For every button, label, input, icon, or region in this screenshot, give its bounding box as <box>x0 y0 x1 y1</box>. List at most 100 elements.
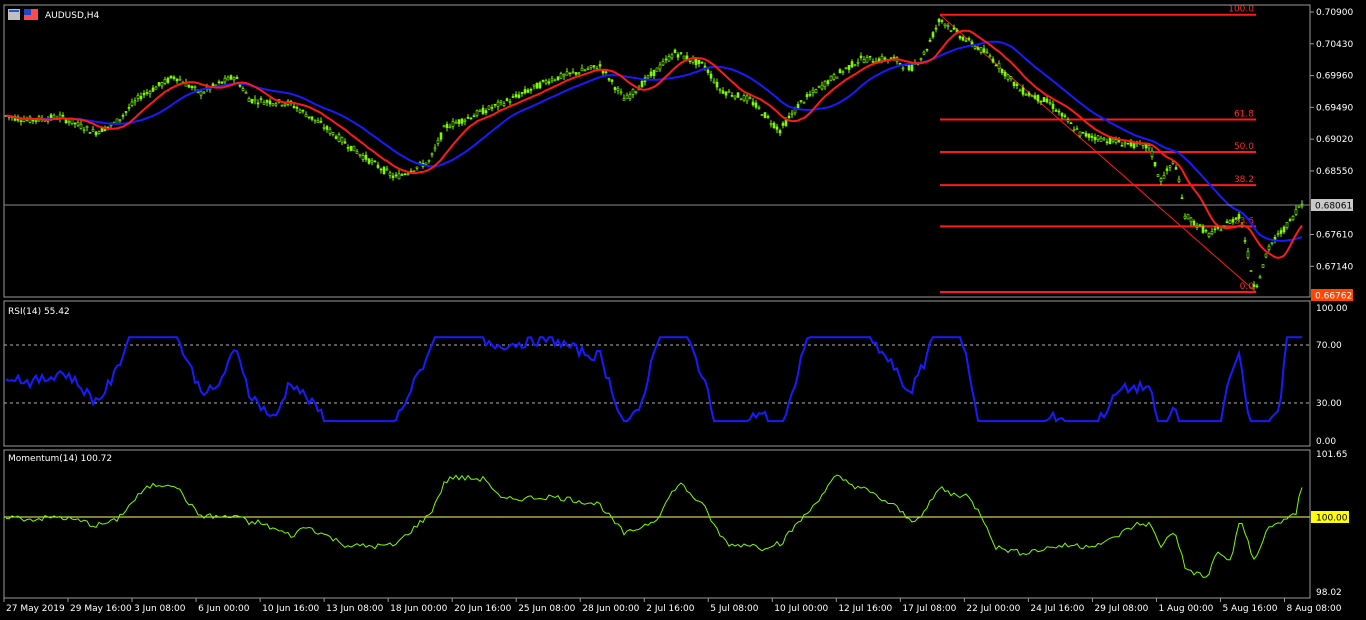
candle-body <box>736 92 740 98</box>
candle-body <box>1147 145 1151 149</box>
candle-body <box>745 95 749 102</box>
candle-body <box>478 109 482 112</box>
candle-body <box>376 164 380 168</box>
candle-body <box>358 153 362 156</box>
moving-average-fast <box>5 29 1303 259</box>
candle-body <box>391 175 395 179</box>
candle-body <box>1006 74 1010 80</box>
time-tick-label: 13 Jun 08:00 <box>326 604 383 614</box>
candle-body <box>268 100 272 105</box>
candle-body <box>898 62 902 65</box>
candle-body <box>370 160 374 163</box>
candle-body <box>397 173 401 180</box>
candle-body <box>505 98 509 102</box>
time-tick-label: 10 Jun 16:00 <box>262 604 319 614</box>
candle-body <box>679 52 683 54</box>
candle-body <box>247 98 251 103</box>
symbol-title: AUDUSD,H4 <box>45 11 100 21</box>
candle-body <box>64 118 68 124</box>
candle-body <box>442 125 446 128</box>
candle-body <box>1105 141 1109 144</box>
candle-body <box>1270 242 1274 245</box>
candle-body <box>775 126 779 130</box>
candle-body <box>1156 174 1160 177</box>
candle-body <box>1189 217 1193 223</box>
candle-body <box>967 38 971 40</box>
time-tick-label: 5 Aug 16:00 <box>1222 604 1277 614</box>
candlesticks <box>4 18 1304 290</box>
candle-body <box>796 104 800 109</box>
candle-body <box>964 40 968 42</box>
candle-body <box>580 67 584 72</box>
candle-body <box>799 100 803 102</box>
candle-body <box>778 130 782 134</box>
candle-body <box>1291 216 1295 221</box>
candle-body <box>130 101 134 106</box>
candle-body <box>787 115 791 119</box>
time-tick-label: 27 May 2019 <box>6 604 65 614</box>
candle-body <box>1267 245 1271 250</box>
candle-body <box>1081 131 1085 134</box>
candle-body <box>475 110 479 117</box>
candle-body <box>1075 128 1079 131</box>
candle-body <box>190 85 194 89</box>
candle-body <box>1183 215 1187 219</box>
candle-body <box>1168 165 1172 168</box>
candle-body <box>343 141 347 144</box>
fib-trendline[interactable] <box>939 14 1257 293</box>
candle-body <box>178 78 182 81</box>
candle-body <box>1027 92 1031 96</box>
candle-body <box>133 100 137 103</box>
candle-body <box>901 67 905 70</box>
candle-body <box>577 72 581 75</box>
candle-body <box>34 120 38 122</box>
candle-body <box>91 128 95 132</box>
momentum-tick-bottom: 98.02 <box>1316 588 1342 598</box>
candle-body <box>1114 139 1118 143</box>
candle-body <box>802 101 806 104</box>
time-tick-label: 8 Aug 08:00 <box>1287 604 1342 614</box>
candle-body <box>559 73 563 79</box>
candle-body <box>985 51 989 54</box>
candle-body <box>262 102 266 105</box>
candle-body <box>706 69 710 73</box>
candle-body <box>661 61 665 66</box>
candle-body <box>1219 229 1223 232</box>
candle-body <box>1252 284 1256 287</box>
candle-body <box>1279 230 1283 234</box>
candle-body <box>1255 285 1259 288</box>
candle-body <box>487 105 491 110</box>
candle-body <box>1123 142 1127 145</box>
candle-body <box>700 61 704 64</box>
candle-body <box>1243 240 1247 242</box>
candle-body <box>1063 115 1067 118</box>
rsi-line <box>5 336 1302 423</box>
candle-body <box>934 27 938 30</box>
candle-body <box>589 65 593 68</box>
candle-body <box>574 72 578 75</box>
candle-body <box>952 27 956 30</box>
candle-body <box>646 75 650 79</box>
candle-body <box>1003 71 1007 77</box>
candle-body <box>625 94 629 99</box>
candle-body <box>274 103 278 106</box>
candle-body <box>1297 205 1301 208</box>
candle-body <box>451 121 455 127</box>
window-icons[interactable] <box>8 9 38 20</box>
fibonacci-retracement[interactable]: 100.061.850.038.223.60.0 <box>939 5 1257 293</box>
candle-body <box>727 91 731 93</box>
candle-body <box>919 58 923 60</box>
candle-body <box>412 170 416 173</box>
rsi-tick-0: 0.00 <box>1316 437 1336 447</box>
candle-body <box>868 55 872 58</box>
candle-body <box>1207 233 1211 237</box>
candle-body <box>997 62 1001 69</box>
candle-body <box>169 75 173 79</box>
momentum-tick-top: 101.65 <box>1316 450 1348 460</box>
candle-body <box>346 147 350 149</box>
time-tick-label: 6 Jun 00:00 <box>198 604 250 614</box>
candle-body <box>1042 97 1046 103</box>
candle-body <box>1015 83 1019 87</box>
candle-body <box>583 69 587 72</box>
candle-body <box>211 83 215 87</box>
